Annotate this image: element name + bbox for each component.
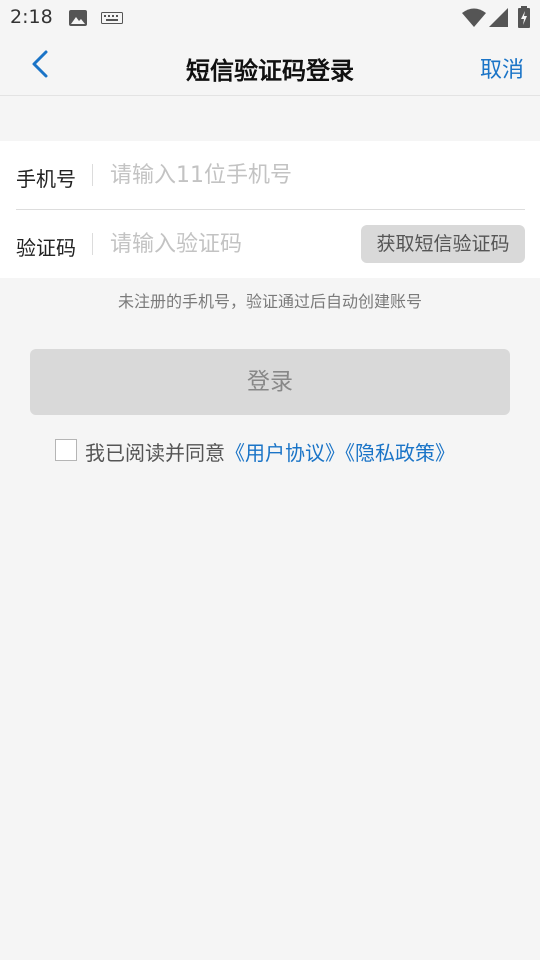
status-time: 2:18 xyxy=(10,6,53,28)
code-row: 验证码 获取短信验证码 xyxy=(16,210,525,278)
code-label: 验证码 xyxy=(16,236,76,260)
agreement-prefix: 我已阅读并同意 xyxy=(85,441,225,465)
battery-icon xyxy=(518,6,530,28)
phone-label: 手机号 xyxy=(16,167,76,191)
login-form: 手机号 验证码 获取短信验证码 xyxy=(0,141,540,278)
cancel-button[interactable]: 取消 xyxy=(480,52,524,84)
nav-bar: 短信验证码登录 取消 xyxy=(0,36,540,96)
signal-icon xyxy=(489,8,508,27)
agreement-text: 我已阅读并同意《用户协议》《隐私政策》 xyxy=(85,437,455,466)
image-icon xyxy=(69,10,87,26)
phone-row: 手机号 xyxy=(16,141,525,210)
divider xyxy=(92,164,93,186)
phone-input[interactable] xyxy=(110,155,510,195)
agreement-checkbox[interactable] xyxy=(55,439,77,461)
register-hint: 未注册的手机号，验证通过后自动创建账号 xyxy=(117,292,422,311)
user-agreement-link[interactable]: 《用户协议》 xyxy=(225,441,345,465)
privacy-policy-link[interactable]: 《隐私政策》 xyxy=(345,441,455,465)
status-bar: 2:18 xyxy=(0,0,540,36)
login-button[interactable]: 登录 xyxy=(30,349,510,415)
divider xyxy=(92,233,93,255)
get-sms-code-button[interactable]: 获取短信验证码 xyxy=(361,225,525,263)
wifi-icon xyxy=(462,8,486,27)
keyboard-icon xyxy=(101,12,123,24)
code-input[interactable] xyxy=(110,224,350,264)
page-title: 短信验证码登录 xyxy=(186,57,354,85)
